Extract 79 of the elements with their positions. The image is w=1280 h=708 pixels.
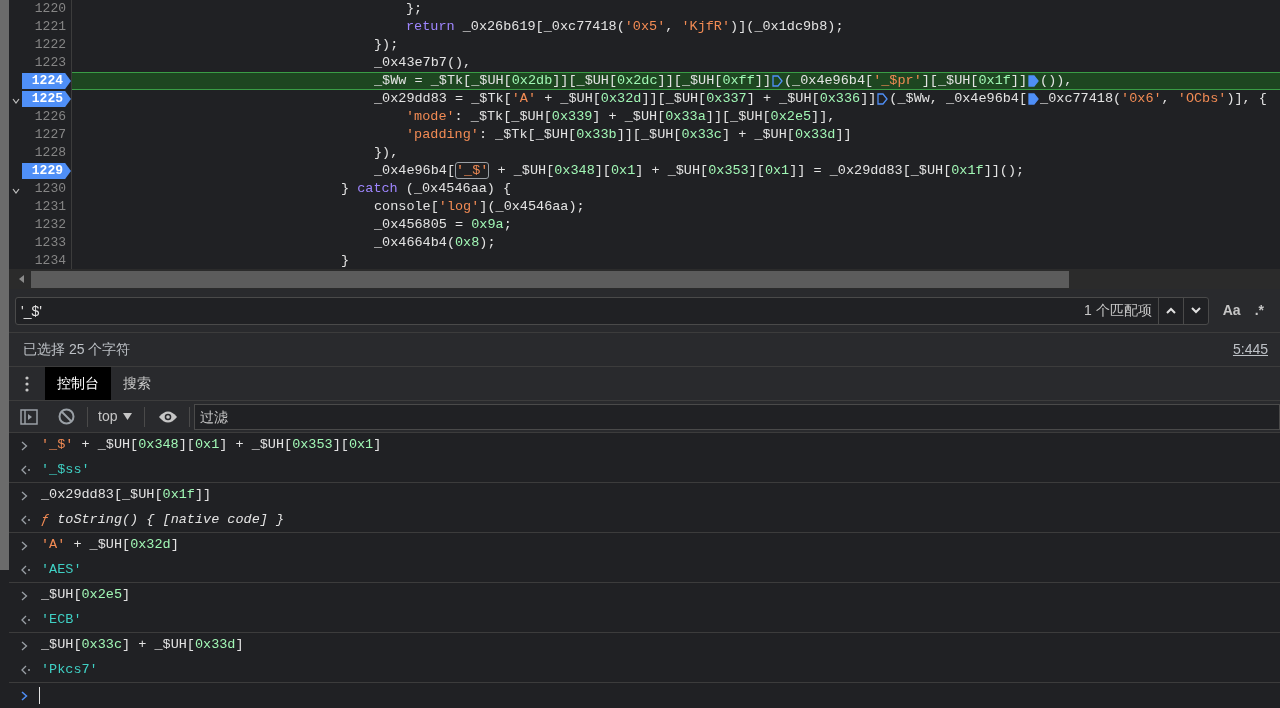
console-result: '_$ss' [41,460,90,479]
code-text: _0x4e96b4['_$' + _$UH[0x348][0x1] + _$UH[0x353][0x1]] = _0x29dd83[_$UH[0x1f]](); [374,162,1025,180]
code-text: _0x4664b4(0x8); [374,234,496,252]
console-result: 'AES' [41,560,82,579]
line-number: 1226 [34,108,66,126]
chevron-up-icon [1165,307,1176,314]
code-text: _$Ww = _$Tk[_$UH[0x2db]][_$UH[0x2dc]][_$UH[0xff]] [374,72,771,90]
chevron-right-icon [21,540,28,551]
code-text: 'padding': _$Tk[_$UH[0x33b]][_$UH[0x33c] + _$UH[0x33d]] [406,126,852,144]
code-text: return _0x26b619[_0xc77418('0x5', 'KjfR')](_0x1dc9b8); [406,18,844,36]
console-command: _$UH[0x2e5] [41,586,131,605]
eye-icon [158,409,179,424]
code-text: _0x456805 = 0x9a; [374,216,512,234]
console-command: 'A' + _$UH[0x32d] [41,536,179,555]
return-arrow-icon [21,665,30,675]
code-text: } catch (_0x4546aa) { [341,180,512,198]
caret-icon [123,413,133,420]
code-text: }), [374,144,399,162]
scrollbar-thumb[interactable] [31,270,1069,288]
regex-button[interactable]: .* [1254,300,1264,321]
code-text: } [341,252,350,269]
drawer-tab[interactable]: 控制台 [45,367,111,400]
drawer-tab[interactable]: 搜索 [111,367,163,400]
chevron-right-icon [21,590,28,601]
line-number: 1234 [34,252,66,269]
chevron-down-icon [1190,307,1201,314]
code-text: (_0x4e96b4['_$pr'][_$UH[0x1f]] [784,72,1028,90]
return-arrow-icon [21,565,30,575]
line-number: 1220 [34,0,66,18]
chevron-down-icon[interactable] [12,98,20,104]
cursor-position-link[interactable]: 5:445 [1232,339,1268,360]
code-text: _0xc77418('0x6', 'OCbs')], { [1040,90,1267,108]
console-command: '_$' + _$UH[0x348][0x1] + _$UH[0x353][0x1] [41,436,382,455]
chevron-right-icon [21,490,28,501]
sidebar-icon [20,408,38,425]
line-number: 1230 [34,180,66,198]
return-arrow-icon [21,615,30,625]
code-text: console['log'](_0x4546aa); [374,198,585,216]
code-text: ()), [1040,72,1073,90]
code-text: _0x43e7b7(), [374,54,472,72]
line-number: 1232 [34,216,66,234]
selection-status: 已选择 25 个字符 [23,340,131,359]
console-command: _0x29dd83[_$UH[0x1f]] [41,486,212,505]
code-text: (_$Ww, _0x4e96b4[ [889,90,1028,108]
code-text: }; [406,0,423,18]
console-result: 'ECB' [41,610,82,629]
chevron-right-icon [21,440,28,451]
context-selector[interactable]: top [92,406,139,427]
search-box[interactable]: '_$' 1 个匹配项 [15,296,1209,325]
code-text: _0x29dd83 = _$Tk['A' + _$UH[0x32d]][_$UH[0x337] + _$UH[0x336]] [374,90,877,108]
code-text: 'mode': _$Tk[_$UH[0x339] + _$UH[0x33a]][_$UH[0x2e5]], [406,108,836,126]
inline-breakpoint-icon[interactable] [877,93,889,105]
console-result: ƒ toString() { [native code] } [41,510,285,529]
chevron-down-icon[interactable] [12,188,20,194]
search-field[interactable]: '_$' [16,297,1085,324]
line-number: 1227 [34,126,66,144]
match-count: 1 个匹配项 [1084,301,1152,320]
inline-breakpoint-icon[interactable] [772,75,783,87]
chevron-right-icon [21,640,28,651]
prompt-icon [21,690,28,701]
line-number: 1223 [34,54,66,72]
inline-breakpoint-icon[interactable] [1028,93,1040,105]
match-case-button[interactable]: Aa [1222,300,1241,321]
more-icon [25,375,29,392]
console-result: 'Pkcs7' [41,660,98,679]
line-number: 1221 [34,18,66,36]
return-arrow-icon [21,515,30,525]
line-number: 1222 [34,36,66,54]
scroll-left-icon[interactable] [19,275,25,283]
console-command: _$UH[0x33c] + _$UH[0x33d] [41,636,244,655]
scrollbar[interactable] [0,0,9,570]
filter-field[interactable]: 过滤 [194,403,1280,430]
clear-icon [57,408,75,425]
code-text: }); [374,36,399,54]
inline-breakpoint-icon[interactable] [1028,75,1040,87]
line-number: 1233 [34,234,66,252]
line-number: 1231 [34,198,66,216]
line-number: 1228 [34,144,66,162]
return-arrow-icon [21,465,30,475]
